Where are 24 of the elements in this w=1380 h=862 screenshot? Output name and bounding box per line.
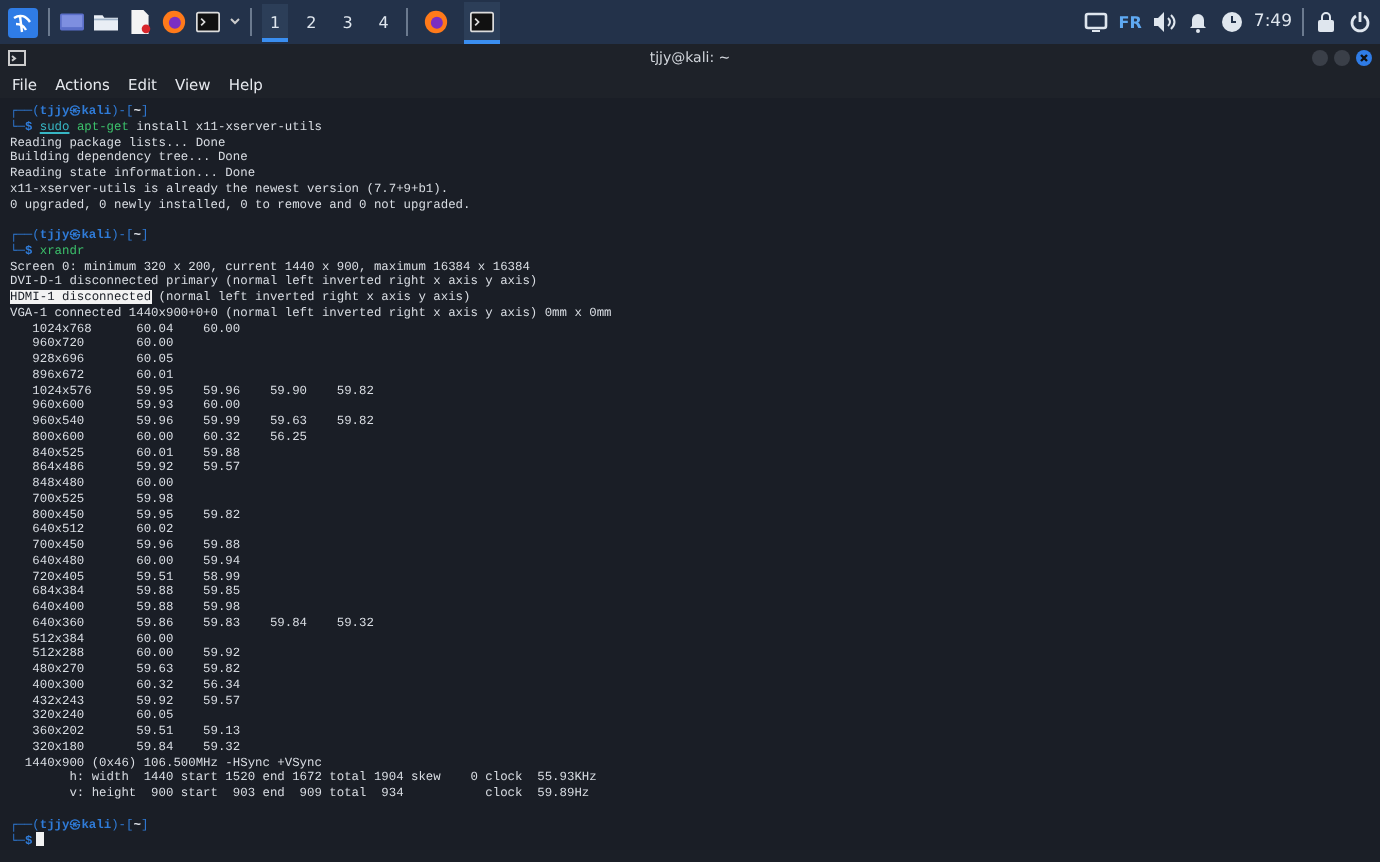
browser-icon[interactable] xyxy=(424,9,449,33)
document-icon[interactable] xyxy=(128,10,152,34)
workspace-tab[interactable]: 4 xyxy=(370,3,397,41)
folder-icon[interactable] xyxy=(94,10,118,34)
terminal-icon[interactable] xyxy=(196,10,220,34)
terminal-icon[interactable] xyxy=(470,9,495,33)
terminal-icon xyxy=(8,50,26,66)
workspace-tab[interactable]: 1 xyxy=(262,3,289,41)
lock-icon[interactable] xyxy=(1314,10,1338,34)
bell-icon[interactable] xyxy=(1185,10,1210,34)
keyboard-layout[interactable]: FR xyxy=(1118,13,1142,31)
app-menu-icon[interactable] xyxy=(8,7,38,37)
taskbar-task[interactable] xyxy=(464,1,501,43)
workspace-tab[interactable]: 3 xyxy=(334,3,361,41)
browser-icon[interactable] xyxy=(162,10,186,34)
display-icon[interactable] xyxy=(1084,10,1109,34)
volume-icon[interactable] xyxy=(1151,10,1176,34)
desktop-icon[interactable] xyxy=(60,10,84,34)
power-icon[interactable] xyxy=(1348,10,1372,34)
workspace-tab[interactable]: 2 xyxy=(298,3,325,41)
clock-icon[interactable] xyxy=(1219,10,1244,34)
clock-time[interactable]: 7:49 xyxy=(1253,12,1292,32)
close-button[interactable] xyxy=(1356,50,1372,66)
caret-icon[interactable] xyxy=(230,18,240,26)
